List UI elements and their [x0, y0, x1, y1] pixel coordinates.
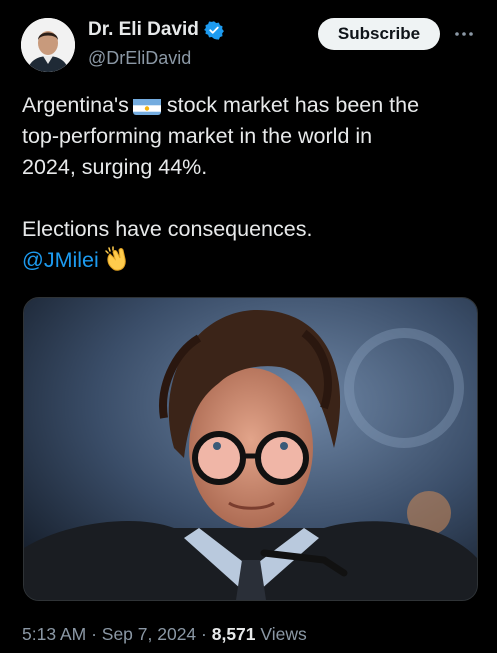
author-name-row: Dr. Eli David — [88, 19, 224, 41]
tweet-line-1: Argentina's stock market has been the — [22, 90, 482, 121]
clapping-hands-icon — [103, 245, 131, 273]
tweet-line-5: @JMilei — [22, 245, 482, 276]
meta-separator: · — [196, 624, 212, 644]
meta-separator: · — [86, 624, 102, 644]
tweet-line-1-start: Argentina's — [22, 93, 129, 117]
photo-of-man-with-glasses-icon — [24, 298, 477, 600]
argentina-flag-icon — [132, 96, 161, 115]
tweet-photo[interactable] — [23, 297, 478, 601]
tweet-date[interactable]: Sep 7, 2024 — [102, 624, 196, 644]
avatar[interactable] — [21, 18, 75, 72]
views-count: 8,571 — [211, 624, 256, 644]
tweet-line-4: Elections have consequences. — [22, 217, 313, 241]
more-horizontal-icon[interactable] — [452, 22, 476, 46]
avatar-image — [21, 18, 75, 72]
verified-badge-icon — [203, 20, 224, 40]
author-handle[interactable]: @DrEliDavid — [88, 48, 191, 69]
tweet-line-3: 2024, surging 44%. — [22, 155, 208, 179]
views-label: Views — [255, 624, 307, 644]
tweet-time[interactable]: 5:13 AM — [22, 624, 86, 644]
subscribe-button[interactable]: Subscribe — [318, 18, 440, 50]
mention-link[interactable]: @JMilei — [22, 248, 99, 272]
tweet-line-1-end: stock market has been the — [166, 93, 420, 117]
author-name[interactable]: Dr. Eli David — [88, 19, 199, 41]
tweet-text: Argentina's stock market has been the top… — [22, 90, 482, 276]
tweet-line-2: top-performing market in the world in — [22, 124, 373, 148]
tweet-header: Dr. Eli David @DrEliDavid Subscribe — [0, 0, 497, 90]
tweet-metadata: 5:13 AM · Sep 7, 2024 · 8,571 Views — [22, 624, 307, 645]
